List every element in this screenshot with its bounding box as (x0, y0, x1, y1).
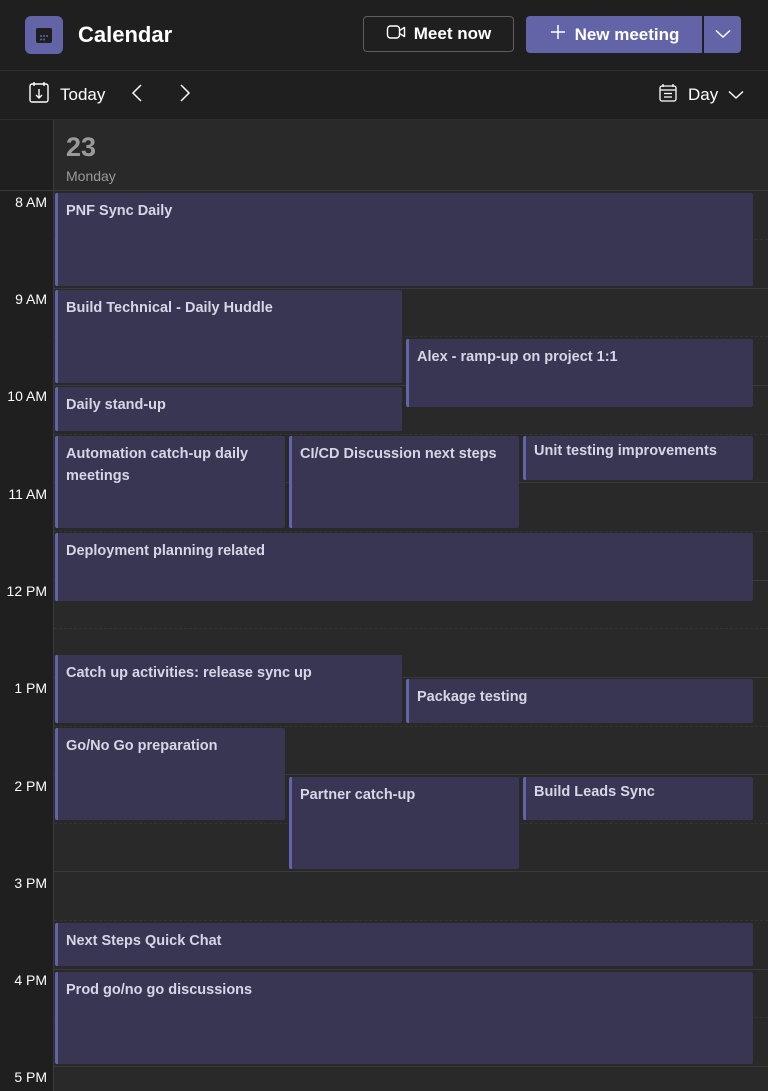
event-title: Deployment planning related (66, 543, 265, 559)
time-label: 9 AM (15, 291, 47, 307)
calendar-grid: 8 AM 9 AM 10 AM 11 AM 12 PM 1 PM 2 PM 3 … (0, 191, 768, 1091)
hour-line (54, 288, 768, 289)
calendar-event[interactable]: Deployment planning related (55, 533, 753, 601)
event-title: Partner catch-up (300, 787, 416, 803)
view-selector[interactable]: Day (658, 83, 744, 107)
event-title: Alex - ramp-up on project 1:1 (417, 349, 618, 365)
day-header: 23 Monday (0, 120, 768, 191)
today-button[interactable]: Today (28, 81, 106, 110)
page-title: Calendar (78, 22, 173, 47)
chevron-right-icon (179, 83, 191, 108)
calendar-event[interactable]: Daily stand-up (55, 387, 402, 431)
calendar-event[interactable]: Build Leads Sync (523, 777, 753, 820)
calendar-event[interactable]: Unit testing improvements (523, 436, 753, 480)
half-hour-line (54, 531, 768, 532)
event-title: Unit testing improvements (534, 443, 717, 459)
new-meeting-button[interactable]: New meeting (526, 16, 702, 53)
hour-line (54, 969, 768, 970)
event-title: Daily stand-up (66, 397, 166, 413)
day-header-gutter (0, 120, 54, 190)
calendar-event[interactable]: Catch up activities: release sync up (55, 655, 402, 723)
half-hour-line (54, 434, 768, 435)
time-label: 5 PM (14, 1069, 47, 1085)
event-title: Next Steps Quick Chat (66, 933, 222, 949)
event-title: Prod go/no go discussions (66, 982, 253, 998)
today-label: Today (60, 85, 106, 104)
app-header: Calendar Meet now New meeting (0, 0, 768, 71)
view-label: Day (688, 85, 719, 104)
event-title: Build Technical - Daily Huddle (66, 300, 273, 316)
hour-line (54, 871, 768, 872)
event-title: PNF Sync Daily (66, 203, 173, 219)
event-title: Automation catch-up daily meetings (66, 446, 249, 484)
hour-line (54, 1066, 768, 1067)
calendar-event[interactable]: Build Technical - Daily Huddle (55, 290, 402, 383)
day-number: 23 (66, 132, 97, 162)
event-title: Go/No Go preparation (66, 738, 218, 754)
calendar-toolbar: Today Day (0, 71, 768, 120)
meet-now-label: Meet now (413, 24, 492, 43)
time-label: 12 PM (6, 583, 47, 599)
time-label: 2 PM (14, 778, 47, 794)
previous-day-button[interactable] (128, 83, 146, 107)
half-hour-line (54, 628, 768, 629)
new-meeting-label: New meeting (574, 24, 680, 44)
calendar-event[interactable]: Automation catch-up daily meetings (55, 436, 285, 528)
calendar-icon (25, 16, 63, 54)
time-gutter: 8 AM 9 AM 10 AM 11 AM 12 PM 1 PM 2 PM 3 … (0, 191, 54, 1091)
event-title: Package testing (417, 689, 528, 705)
chevron-left-icon (131, 83, 143, 108)
video-camera-icon (386, 24, 406, 45)
day-name: Monday (66, 168, 116, 184)
calendar-event[interactable]: Package testing (406, 679, 753, 723)
plus-icon (549, 23, 567, 46)
calendar-event[interactable]: Prod go/no go discussions (55, 972, 753, 1064)
calendar-event[interactable]: CI/CD Discussion next steps (289, 436, 519, 528)
next-day-button[interactable] (176, 83, 194, 107)
calendar-event[interactable]: Next Steps Quick Chat (55, 923, 753, 966)
meet-now-button[interactable]: Meet now (363, 16, 514, 52)
calendar-event[interactable]: PNF Sync Daily (55, 193, 753, 286)
calendar-event[interactable]: Partner catch-up (289, 777, 519, 869)
calendar-view-icon (658, 83, 678, 108)
new-meeting-dropdown-button[interactable] (704, 16, 741, 53)
calendar-today-icon (28, 81, 50, 110)
event-title: CI/CD Discussion next steps (300, 446, 497, 462)
time-label: 11 AM (8, 486, 47, 502)
time-label: 3 PM (14, 875, 47, 891)
half-hour-line (54, 726, 768, 727)
time-label: 1 PM (14, 680, 47, 696)
half-hour-line (54, 920, 768, 921)
calendar-event[interactable]: Alex - ramp-up on project 1:1 (406, 339, 753, 407)
chevron-down-icon (714, 26, 731, 44)
calendar-event[interactable]: Go/No Go preparation (55, 728, 285, 820)
time-label: 4 PM (14, 972, 47, 988)
chevron-down-icon (728, 85, 744, 105)
event-title: Catch up activities: release sync up (66, 665, 312, 681)
time-label: 8 AM (15, 194, 47, 210)
time-label: 10 AM (7, 388, 47, 404)
event-title: Build Leads Sync (534, 784, 655, 800)
